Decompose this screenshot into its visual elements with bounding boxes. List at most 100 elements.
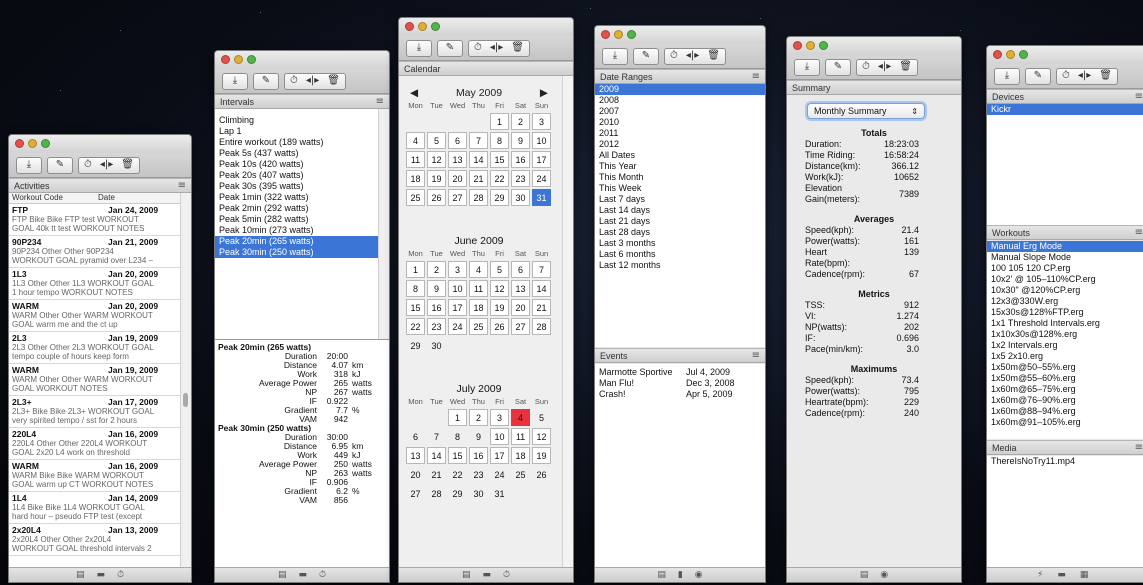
calendar-day[interactable]: 17: [532, 151, 551, 168]
device-item[interactable]: Kickr: [987, 104, 1143, 115]
split-icon[interactable]: ◂|▸: [686, 51, 699, 61]
calendar-day[interactable]: 17: [448, 299, 467, 316]
table-icon[interactable]: ▤: [657, 570, 666, 580]
workout-item[interactable]: 15x30s@128%FTP.erg: [987, 307, 1143, 318]
activity-row[interactable]: FTP Jan 24, 2009 FTP Bike Bike FTP test WO…: [9, 204, 191, 236]
stopwatch-icon[interactable]: ⏱: [290, 76, 298, 86]
workout-item[interactable]: 100 105 120 CP.erg: [987, 263, 1143, 274]
activity-row[interactable]: 220L4 Jan 16, 2009 220L4 Other Other 220L4…: [9, 428, 191, 460]
calendar-day[interactable]: 23: [511, 170, 530, 187]
minimize-button[interactable]: [28, 139, 37, 148]
calendar-day[interactable]: 9: [511, 132, 530, 149]
calendar-day[interactable]: 20: [511, 299, 530, 316]
tools-button-group[interactable]: ⏱ ◂|▸ 🗑: [78, 156, 140, 174]
activity-row[interactable]: 2L3 Jan 19, 2009 2L3 Other Other 2L3 WORKO…: [9, 332, 191, 364]
download-button[interactable]: ⤓: [794, 58, 820, 76]
date-ranges-list[interactable]: 2009 2008 2007 2010 2011 2012 All Dates This Ye…: [595, 84, 765, 347]
calendar-day[interactable]: 23: [468, 465, 489, 484]
calendar-day[interactable]: 8: [490, 132, 509, 149]
calendar-day[interactable]: 5: [531, 408, 552, 427]
menu-icon[interactable]: ≡: [178, 180, 186, 191]
workout-item[interactable]: 1x60m@88–94%.erg: [987, 406, 1143, 417]
calendar-day[interactable]: 14: [427, 447, 446, 464]
calendar-scrollbar[interactable]: [562, 76, 573, 568]
trash-icon[interactable]: 🗑: [511, 43, 524, 53]
calendar-day[interactable]: 12: [490, 280, 509, 297]
column-date[interactable]: Date: [95, 193, 115, 203]
tools-button-group[interactable]: ⏱ ◂|▸ 🗑: [284, 72, 346, 90]
trash-icon[interactable]: 🗑: [899, 62, 912, 72]
date-range-item[interactable]: Last 21 days: [595, 216, 765, 227]
calendar-day[interactable]: 13: [448, 151, 467, 168]
interval-item[interactable]: Peak 5s (437 watts): [215, 148, 389, 159]
folder-icon[interactable]: ▬: [96, 570, 105, 580]
workout-item[interactable]: 1x1 Threshold Intervals.erg: [987, 318, 1143, 329]
table-icon[interactable]: ▤: [860, 570, 869, 580]
tools-button-group[interactable]: ⏱ ◂|▸ 🗑: [1056, 67, 1118, 85]
minimize-button[interactable]: [806, 41, 815, 50]
event-row[interactable]: Man Flu! Dec 3, 2008: [595, 378, 765, 389]
download-button[interactable]: ⤓: [222, 72, 248, 90]
workout-item[interactable]: 1x10x30s@128%.erg: [987, 329, 1143, 340]
film-icon[interactable]: ▦: [1080, 570, 1089, 580]
interval-item[interactable]: Peak 30s (395 watts): [215, 181, 389, 192]
edit-button[interactable]: ✎: [47, 156, 73, 174]
date-range-item[interactable]: 2012: [595, 139, 765, 150]
activity-row[interactable]: 1L3 Jan 20, 2009 1L3 Other Other 1L3 WORKO…: [9, 268, 191, 300]
calendar-day[interactable]: 10: [490, 428, 509, 445]
split-icon[interactable]: ◂|▸: [1078, 71, 1091, 81]
calendar-day[interactable]: 24: [489, 465, 510, 484]
close-button[interactable]: [601, 30, 610, 39]
devices-list[interactable]: Kickr: [987, 104, 1143, 225]
workout-item[interactable]: 1x60m@65–75%.erg: [987, 384, 1143, 395]
tools-button-group[interactable]: ⏱ ◂|▸ 🗑: [468, 39, 530, 57]
menu-icon[interactable]: ≡: [1135, 91, 1143, 102]
workout-item[interactable]: 10x2' @ 105–110%CP.erg: [987, 274, 1143, 285]
date-range-item[interactable]: 2008: [595, 95, 765, 106]
close-button[interactable]: [221, 55, 230, 64]
interval-item[interactable]: Peak 20s (407 watts): [215, 170, 389, 181]
calendar-day[interactable]: 1: [406, 261, 425, 278]
table-icon[interactable]: ▤: [462, 570, 471, 580]
close-button[interactable]: [993, 50, 1002, 59]
activity-row[interactable]: 2x20L4 Jan 13, 2009 2x20L4 Other Other 2x2…: [9, 524, 191, 556]
event-row[interactable]: Crash! Apr 5, 2009: [595, 389, 765, 400]
calendar-day[interactable]: 15: [406, 299, 425, 316]
calendar-day[interactable]: 1: [448, 409, 467, 426]
interval-item[interactable]: Entire workout (189 watts): [215, 137, 389, 148]
workout-item[interactable]: 10x30" @120%CP.erg: [987, 285, 1143, 296]
dial-icon[interactable]: ◉: [695, 570, 703, 580]
date-range-item[interactable]: Last 12 months: [595, 260, 765, 271]
tools-button-group[interactable]: ⏱ ◂|▸ 🗑: [664, 47, 726, 65]
calendar-day[interactable]: 9: [468, 427, 489, 446]
date-range-item[interactable]: 2007: [595, 106, 765, 117]
calendar-day[interactable]: 2: [427, 261, 446, 278]
activity-row[interactable]: WARM Jan 19, 2009 WARM Other Other WARM WO…: [9, 364, 191, 396]
calendar-day[interactable]: 14: [469, 151, 488, 168]
menu-icon[interactable]: ≡: [1135, 442, 1143, 453]
next-month-icon[interactable]: ▶: [540, 87, 548, 99]
calendar-day[interactable]: 30: [468, 484, 489, 503]
bookmark-icon[interactable]: ▮: [678, 570, 683, 580]
dial-icon[interactable]: ◉: [880, 570, 888, 580]
calendar-day[interactable]: 5: [427, 132, 446, 149]
prev-month-icon[interactable]: ◀: [410, 87, 418, 99]
intervals-list[interactable]: Climbing Lap 1 Entire workout (189 watts) P…: [215, 109, 389, 340]
calendar-day[interactable]: 4: [406, 132, 425, 149]
calendar-day[interactable]: 21: [532, 299, 551, 316]
calendar-day[interactable]: 18: [406, 170, 425, 187]
lightning-icon[interactable]: ⚡: [1037, 570, 1043, 580]
activities-scrollbar[interactable]: [180, 193, 191, 568]
calendar-day[interactable]: 27: [511, 318, 530, 335]
calendar-day[interactable]: 3: [448, 261, 467, 278]
zoom-button[interactable]: [41, 139, 50, 148]
interval-item[interactable]: Lap 1: [215, 126, 389, 137]
calendar-day[interactable]: 4: [511, 409, 530, 426]
edit-button[interactable]: ✎: [633, 47, 659, 65]
workout-item[interactable]: 12x3@330W.erg: [987, 296, 1143, 307]
stopwatch-icon[interactable]: ⏱: [1062, 71, 1070, 81]
menu-icon[interactable]: ≡: [1135, 227, 1143, 238]
calendar-day[interactable]: 28: [426, 484, 447, 503]
calendar-day[interactable]: 11: [469, 280, 488, 297]
date-range-item[interactable]: This Month: [595, 172, 765, 183]
